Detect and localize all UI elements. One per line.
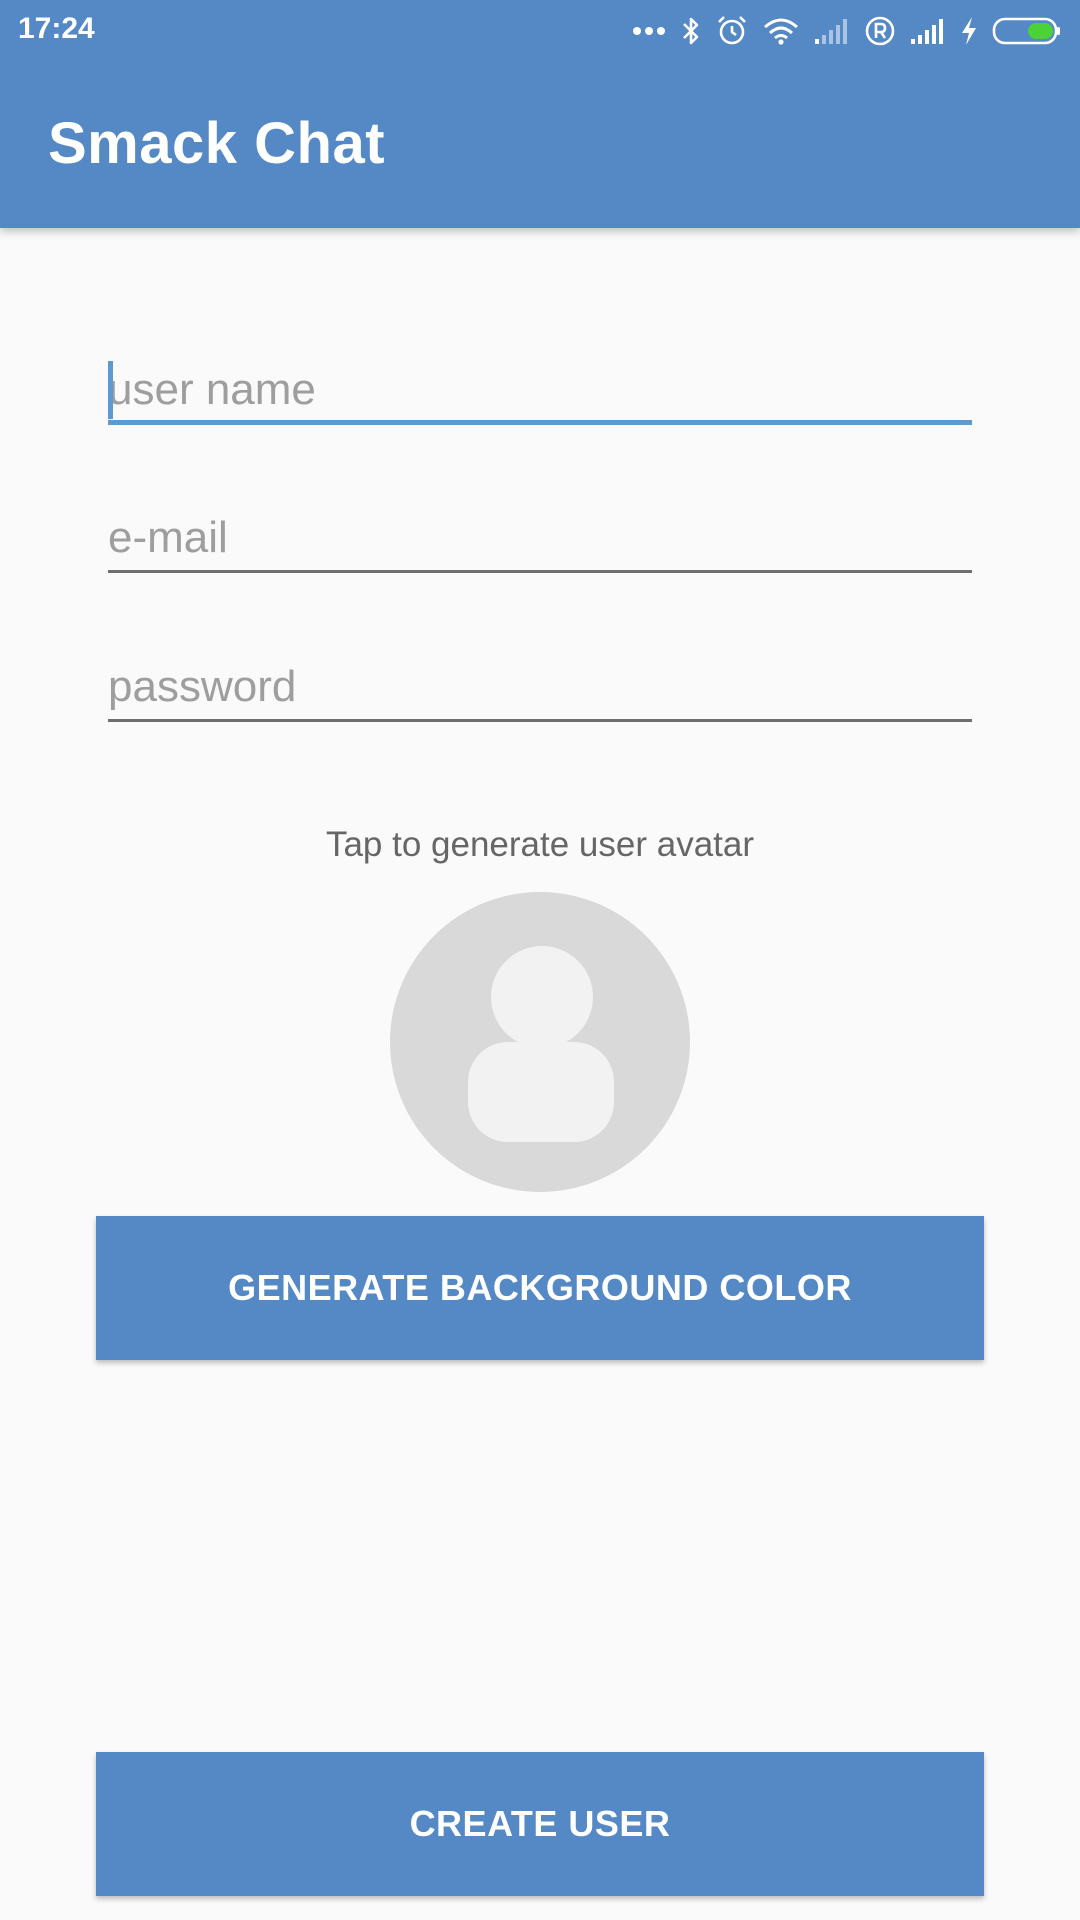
signal-strong-icon <box>911 19 943 44</box>
avatar-image[interactable] <box>390 892 690 1192</box>
battery-icon <box>992 17 1060 45</box>
text-cursor <box>108 361 113 419</box>
avatar-hint: Tap to generate user avatar <box>325 825 755 864</box>
username-field[interactable] <box>108 355 972 425</box>
more-dots-icon <box>633 27 665 35</box>
password-underline <box>108 719 972 722</box>
wifi-icon <box>764 18 798 45</box>
generate-background-color-button[interactable]: GENERATE BACKGROUND COLOR <box>96 1216 984 1360</box>
password-field[interactable] <box>108 652 972 722</box>
status-time: 17:24 <box>18 12 95 45</box>
user-silhouette-body <box>468 1042 614 1142</box>
username-input[interactable] <box>108 355 972 425</box>
status-bar: 17:24 <box>0 0 1080 62</box>
status-icons <box>632 10 1062 52</box>
create-user-button[interactable]: CREATE USER <box>96 1752 984 1896</box>
charging-bolt-icon <box>962 17 976 45</box>
email-underline <box>108 570 972 573</box>
email-field[interactable] <box>108 503 972 573</box>
registered-icon <box>865 16 895 46</box>
alarm-icon <box>718 16 746 45</box>
password-input[interactable] <box>108 652 972 722</box>
username-underline <box>108 420 972 425</box>
signal-weak-icon <box>815 19 847 44</box>
email-input[interactable] <box>108 503 972 573</box>
app-title: Smack Chat <box>48 111 386 176</box>
bluetooth-icon <box>683 17 699 45</box>
app-bar: 17:24 Smack Chat <box>0 0 1080 228</box>
user-silhouette-icon <box>491 946 593 1048</box>
